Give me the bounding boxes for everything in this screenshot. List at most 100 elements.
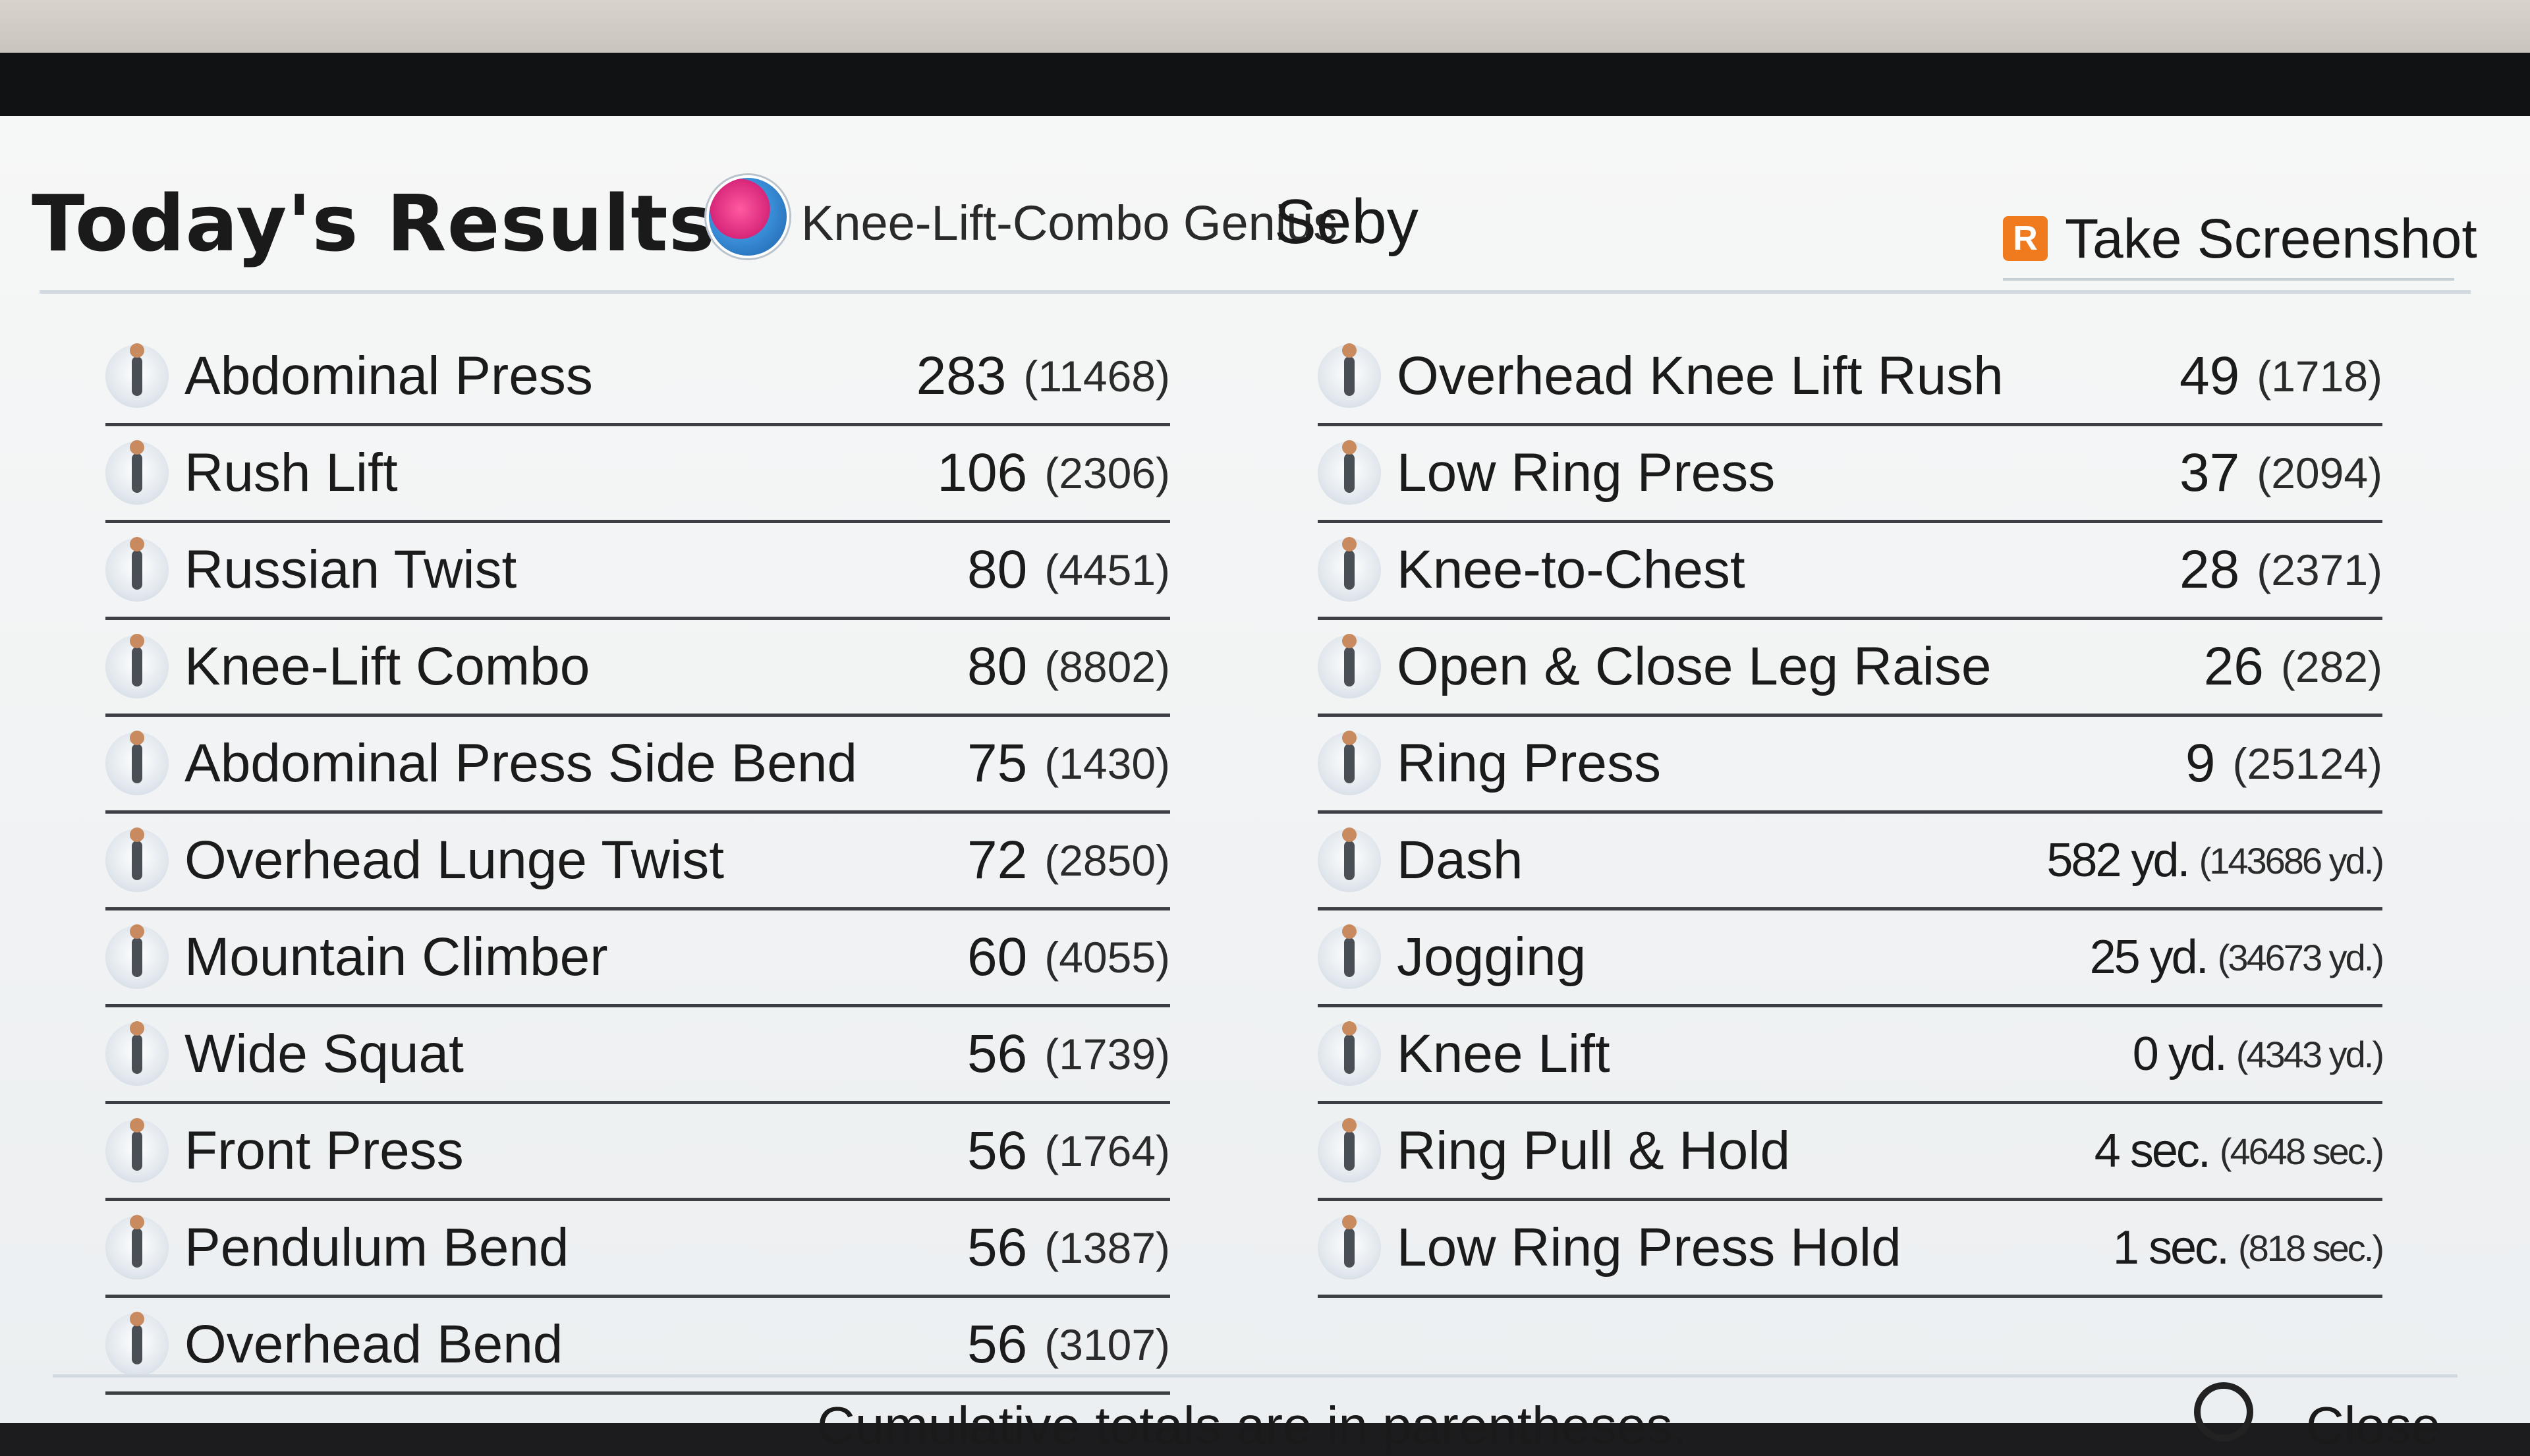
exercise-name: Jogging — [1397, 927, 1587, 987]
exercise-figure-icon — [105, 1021, 169, 1086]
exercise-figure-icon — [1318, 634, 1381, 698]
take-screenshot-button[interactable]: R Take Screenshot — [2003, 206, 2477, 271]
exercise-count: 72 — [967, 830, 1028, 890]
list-item: Jogging 25 yd. (34673 yd.) — [1318, 910, 2384, 1007]
exercise-name: Knee-to-Chest — [1397, 540, 1745, 600]
exercise-count: 49 — [2179, 346, 2240, 406]
exercise-name: Front Press — [184, 1121, 464, 1181]
exercise-name: Pendulum Bend — [184, 1218, 569, 1277]
exercise-name: Mountain Climber — [184, 927, 608, 987]
exercise-total: (4343 yd.) — [2235, 1033, 2384, 1075]
exercise-name: Overhead Bend — [184, 1314, 563, 1374]
exercise-total: (25124) — [2232, 739, 2383, 788]
footer-divider — [53, 1374, 2458, 1378]
player-subtitle: Knee-Lift-Combo Genius — [801, 196, 1338, 250]
list-item: Knee-to-Chest 28 (2371) — [1318, 523, 2382, 620]
exercise-figure-icon — [1318, 827, 1381, 892]
exercise-figure-icon — [1318, 1021, 1381, 1086]
header-divider — [40, 290, 2471, 294]
exercise-name: Wide Squat — [184, 1024, 464, 1084]
exercise-name: Knee Lift — [1397, 1024, 1610, 1084]
exercise-count: 0 yd. — [2132, 1028, 2228, 1080]
close-button[interactable]: Close — [2306, 1395, 2441, 1456]
exercise-count: 106 — [937, 443, 1028, 503]
list-item: Front Press 56 (1764) — [105, 1104, 1170, 1201]
exercise-count: 9 — [2185, 733, 2216, 793]
exercise-total: (34673 yd.) — [2217, 936, 2384, 978]
list-item: Wide Squat 56 (1739) — [105, 1007, 1170, 1104]
exercise-count: 56 — [967, 1024, 1028, 1084]
exercise-total: (282) — [2280, 642, 2382, 691]
exercise-figure-icon — [105, 634, 169, 698]
exercise-count: 75 — [967, 733, 1028, 793]
exercise-figure-icon — [105, 731, 169, 795]
exercise-figure-icon — [1318, 537, 1381, 602]
exercise-name: Ring Press — [1397, 733, 1662, 793]
exercise-count: 60 — [967, 927, 1028, 987]
exercise-figure-icon — [105, 1118, 169, 1183]
tv-bezel — [0, 53, 2530, 119]
list-item: Abdominal Press 283 (11468) — [105, 329, 1170, 426]
exercise-name: Low Ring Press Hold — [1397, 1218, 1901, 1277]
close-button-icon[interactable] — [2194, 1382, 2253, 1442]
exercise-name: Open & Close Leg Raise — [1397, 636, 1992, 696]
exercise-figure-icon — [105, 924, 169, 989]
exercise-figure-icon — [105, 827, 169, 892]
list-item: Mountain Climber 60 (4055) — [105, 910, 1170, 1007]
exercise-count: 80 — [967, 636, 1028, 696]
list-item: Abdominal Press Side Bend 75 (1430) — [105, 717, 1170, 814]
exercise-name: Knee-Lift Combo — [184, 636, 590, 696]
exercise-count: 582 yd. — [2046, 834, 2190, 887]
exercise-figure-icon — [1318, 1118, 1381, 1183]
list-item: Open & Close Leg Raise 26 (282) — [1318, 620, 2382, 717]
exercise-count: 283 — [916, 346, 1007, 406]
exercise-total: (2306) — [1044, 449, 1170, 497]
exercise-figure-icon — [1318, 343, 1381, 408]
exercise-figure-icon — [1318, 924, 1381, 989]
exercise-count: 56 — [967, 1121, 1028, 1181]
exercise-figure-icon — [1318, 731, 1381, 795]
r-button-icon: R — [2003, 216, 2048, 261]
exercise-name: Rush Lift — [184, 443, 398, 503]
exercise-total: (4451) — [1044, 546, 1170, 594]
exercise-count: 28 — [2179, 540, 2240, 600]
page-title: Today's Results — [32, 178, 716, 269]
list-item: Knee-Lift Combo 80 (8802) — [105, 620, 1170, 717]
exercise-name: Russian Twist — [184, 540, 517, 600]
list-item: Ring Press 9 (25124) — [1318, 717, 2382, 814]
exercise-name: Dash — [1397, 830, 1523, 890]
exercise-count: 26 — [2203, 636, 2264, 696]
exercise-total: (1739) — [1044, 1030, 1170, 1078]
exercise-total: (2371) — [2257, 546, 2382, 594]
exercise-count: 37 — [2179, 443, 2240, 503]
list-item: Dash 582 yd. (143686 yd.) — [1318, 814, 2384, 910]
player-avatar — [706, 175, 789, 258]
exercise-name: Abdominal Press Side Bend — [184, 733, 858, 793]
list-item: Pendulum Bend 56 (1387) — [105, 1201, 1170, 1298]
ceiling-background — [0, 0, 2530, 53]
exercise-total: (818 sec.) — [2238, 1227, 2384, 1269]
exercise-figure-icon — [105, 343, 169, 408]
exercise-figure-icon — [1318, 440, 1381, 505]
exercise-figure-icon — [105, 537, 169, 602]
exercise-total: (4055) — [1044, 933, 1170, 982]
exercise-count: 25 yd. — [2089, 931, 2209, 984]
exercise-name: Abdominal Press — [184, 346, 593, 406]
exercise-name: Overhead Knee Lift Rush — [1397, 346, 2004, 406]
right-exercise-list: Overhead Knee Lift Rush 49 (1718) Low Ring… — [1318, 329, 2384, 1298]
exercise-figure-icon — [1318, 1215, 1381, 1279]
list-item: Rush Lift 106 (2306) — [105, 426, 1170, 523]
list-item: Overhead Knee Lift Rush 49 (1718) — [1318, 329, 2382, 426]
exercise-total: (1764) — [1044, 1127, 1170, 1175]
exercise-total: (8802) — [1044, 642, 1170, 691]
list-item: Overhead Bend 56 (3107) — [105, 1298, 1170, 1395]
exercise-name: Ring Pull & Hold — [1397, 1121, 1791, 1181]
exercise-count: 80 — [967, 540, 1028, 600]
list-item: Overhead Lunge Twist 72 (2850) — [105, 814, 1170, 910]
take-screenshot-label: Take Screenshot — [2065, 207, 2477, 269]
exercise-total: (1430) — [1044, 739, 1170, 788]
exercise-figure-icon — [105, 1312, 169, 1376]
exercise-name: Low Ring Press — [1397, 443, 1776, 503]
list-item: Ring Pull & Hold 4 sec. (4648 sec.) — [1318, 1104, 2384, 1201]
left-exercise-list: Abdominal Press 283 (11468) Rush Lift 106 (2… — [105, 329, 1170, 1395]
